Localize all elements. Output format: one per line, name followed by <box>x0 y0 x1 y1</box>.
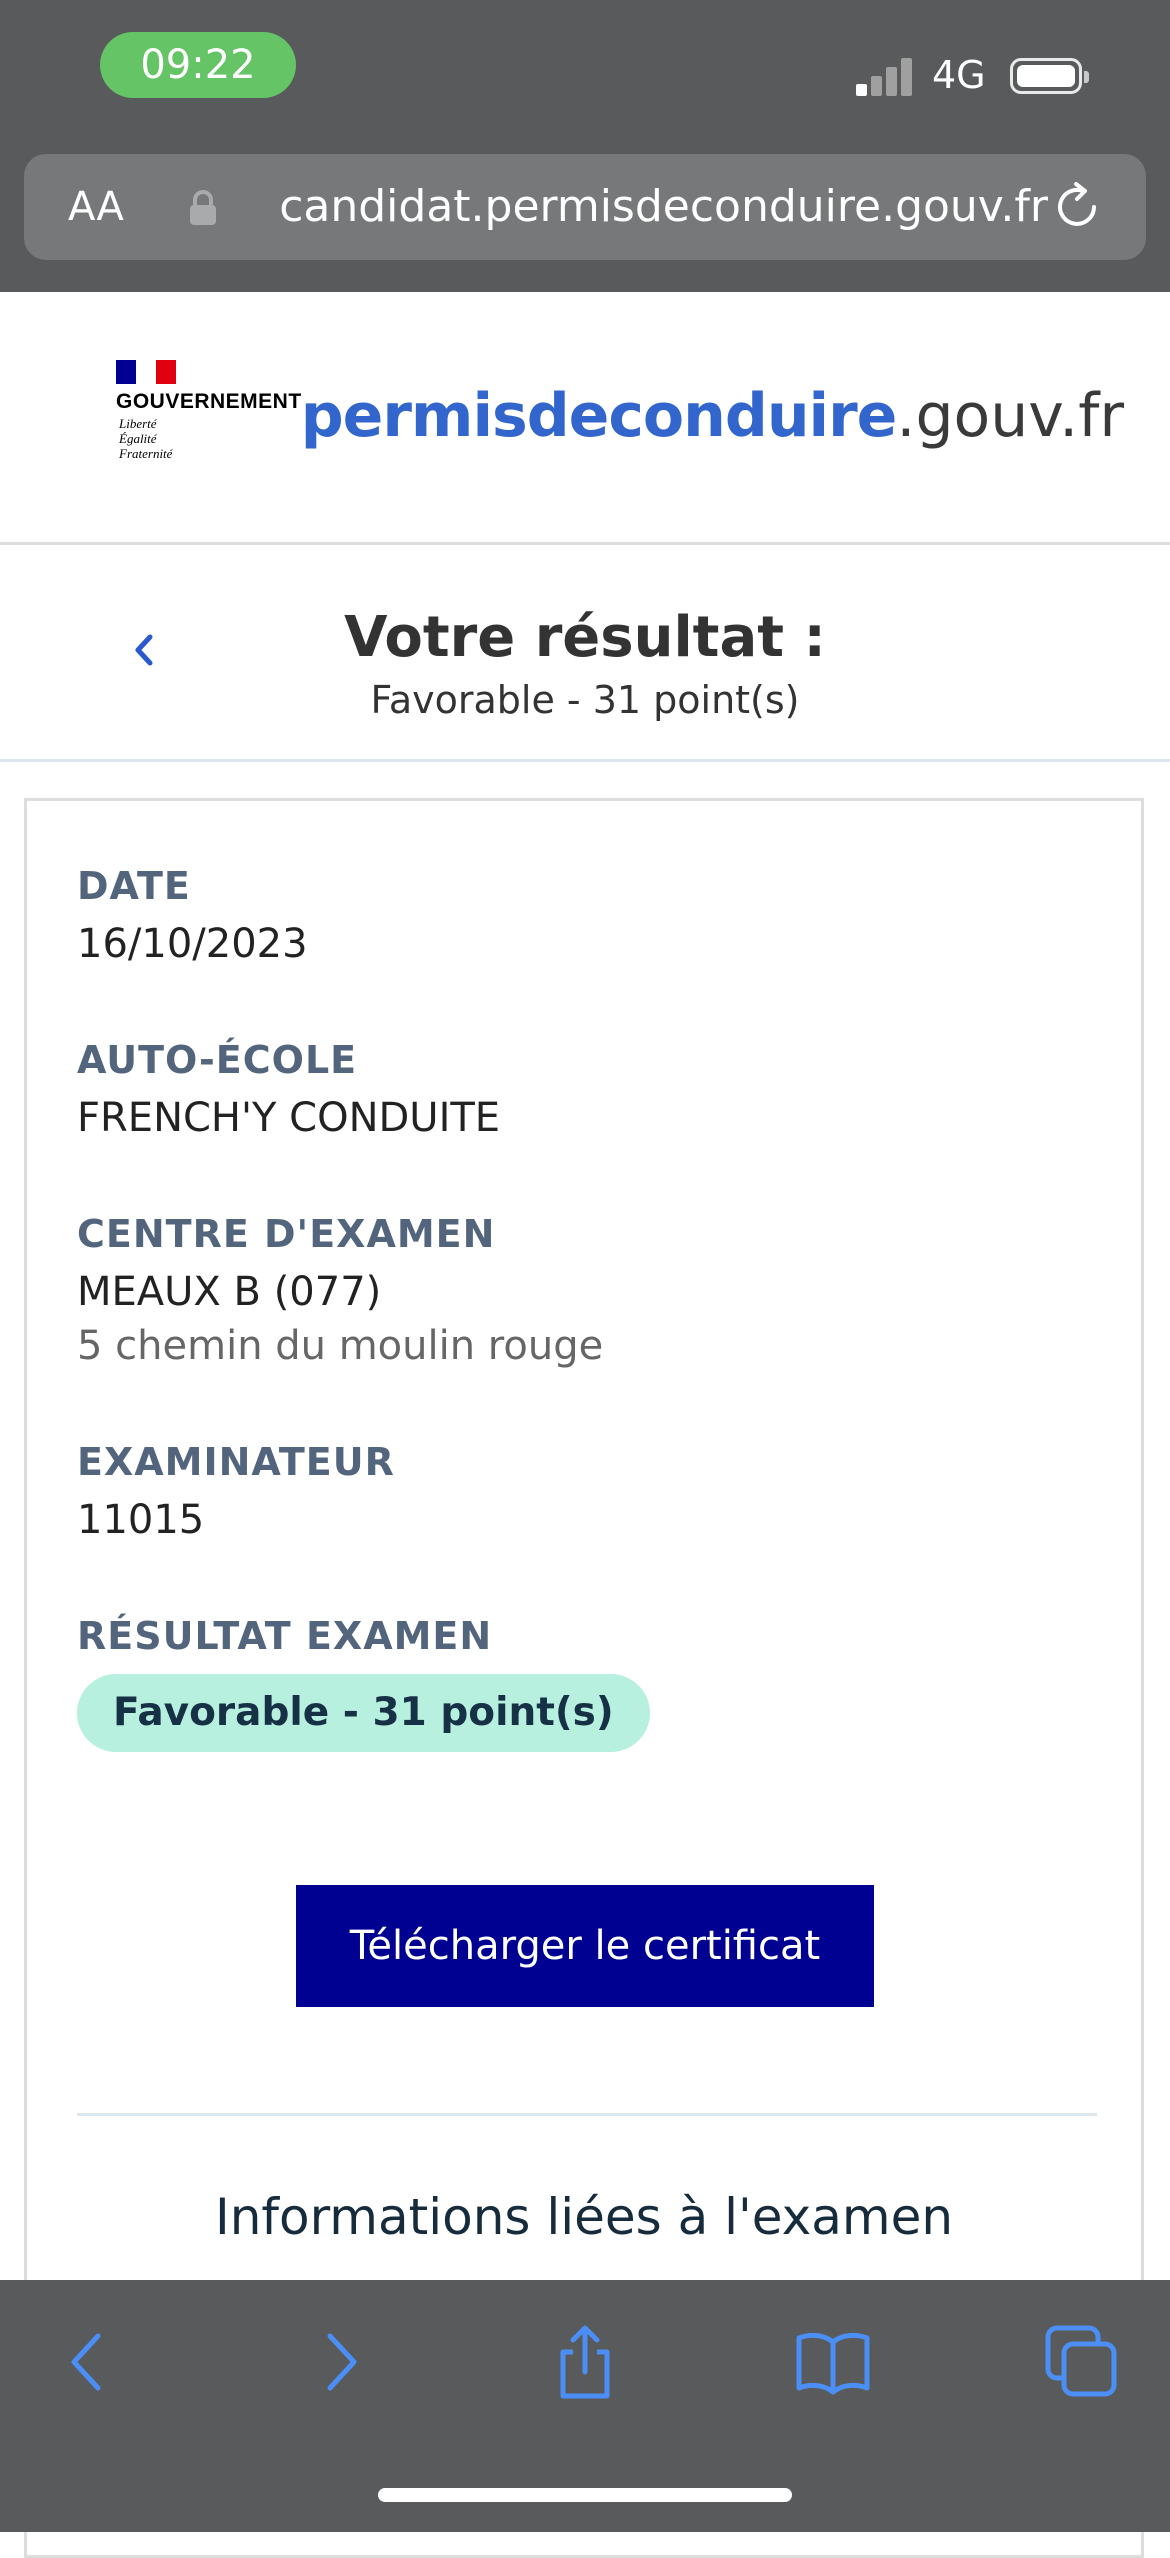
status-time: 09:22 <box>100 32 296 98</box>
date-label: DATE <box>77 864 191 908</box>
gov-motto: Liberté Égalité Fraternité <box>119 416 172 461</box>
home-indicator[interactable] <box>378 2488 792 2502</box>
text-size-label: AA <box>68 184 124 230</box>
address-bar[interactable]: AA candidat.permisdeconduire.gouv.fr <box>24 154 1146 260</box>
cellular-signal-icon <box>856 56 914 96</box>
examiner-value: 11015 <box>77 1497 205 1543</box>
download-certificate-button[interactable]: Télécharger le certificat <box>296 1885 874 2007</box>
url-text[interactable]: candidat.permisdeconduire.gouv.fr <box>242 154 1048 260</box>
back-icon[interactable] <box>48 2322 128 2402</box>
share-icon[interactable] <box>545 2322 625 2402</box>
motto-line: Fraternité <box>119 446 173 461</box>
text-size-button[interactable]: AA <box>68 154 124 260</box>
tabs-icon[interactable] <box>1042 2322 1122 2402</box>
brand-domain: .gouv.fr <box>896 381 1124 451</box>
brand-name: permisdeconduire <box>300 381 898 451</box>
forward-icon[interactable] <box>300 2322 380 2402</box>
driving-school-label: AUTO-ÉCOLE <box>77 1038 358 1082</box>
site-header: GOUVERNEMENT Liberté Égalité Fraternité … <box>0 292 1170 545</box>
site-brand-link[interactable]: permisdeconduire.gouv.fr <box>301 380 1124 452</box>
marianne-flag-icon <box>116 360 176 384</box>
network-type: 4G <box>932 53 986 97</box>
browser-top-chrome: 09:22 4G AA candidat.permisdeconduire.go… <box>0 0 1170 292</box>
exam-center-value: MEAUX B (077) <box>77 1269 382 1315</box>
date-value: 16/10/2023 <box>77 921 308 967</box>
bookmarks-icon[interactable] <box>793 2322 873 2402</box>
battery-icon <box>1010 58 1089 94</box>
exam-result-label: RÉSULTAT EXAMEN <box>77 1614 493 1658</box>
exam-center-address: 5 chemin du moulin rouge <box>77 1323 604 1369</box>
motto-line: Liberté <box>119 416 157 431</box>
reload-icon[interactable] <box>1050 180 1104 234</box>
motto-line: Égalité <box>119 431 157 446</box>
page-title: Votre résultat : <box>344 605 826 670</box>
exam-center-label: CENTRE D'EXAMEN <box>77 1212 496 1256</box>
government-logo[interactable]: GOUVERNEMENT Liberté Égalité Fraternité <box>116 360 316 480</box>
page-subtitle: Favorable - 31 point(s) <box>370 678 800 722</box>
examiner-label: EXAMINATEUR <box>77 1440 395 1484</box>
result-title-section: Votre résultat : Favorable - 31 point(s) <box>0 545 1170 762</box>
driving-school-value: FRENCH'Y CONDUITE <box>77 1095 501 1141</box>
result-badge: Favorable - 31 point(s) <box>77 1674 650 1752</box>
exam-info-heading: Informations liées à l'examen <box>214 2188 954 2246</box>
gov-name: GOUVERNEMENT <box>116 390 302 413</box>
lock-icon <box>190 190 216 225</box>
divider <box>77 2113 1097 2116</box>
